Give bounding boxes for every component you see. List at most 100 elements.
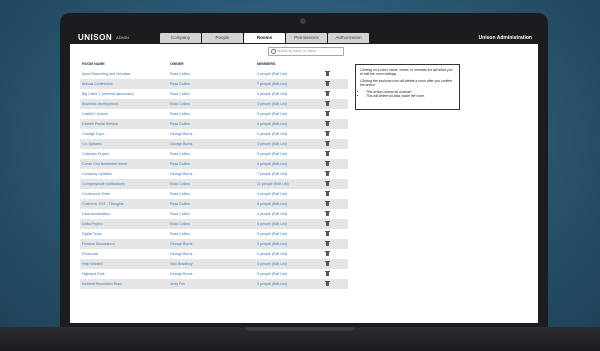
owner-link[interactable]: Ross Collins <box>170 92 190 96</box>
trash-icon[interactable] <box>325 271 330 276</box>
trash-icon[interactable] <box>325 261 330 266</box>
owner-link[interactable]: Ross Collins <box>170 82 190 86</box>
trash-icon[interactable] <box>325 221 330 226</box>
owner-link[interactable]: George Burns <box>170 172 192 176</box>
room-name-link[interactable]: Castelli Postal Service <box>82 122 118 126</box>
trash-icon[interactable] <box>325 181 330 186</box>
room-name-link[interactable]: Company Updates <box>82 172 112 176</box>
room-name-link[interactable]: Customer XYZ - Thoughts <box>82 202 124 206</box>
members-edit-link[interactable]: 3 people (Edit List) <box>257 72 287 76</box>
room-name-link[interactable]: Co. Updates <box>82 142 102 146</box>
members-edit-link[interactable]: 3 people (Edit List) <box>257 102 287 106</box>
tab-permissions[interactable]: Permissions <box>286 33 327 43</box>
tab-rooms[interactable]: Rooms <box>244 33 285 43</box>
room-name-link[interactable]: Chicago Expo <box>82 132 104 136</box>
owner-link[interactable]: Ross Collins <box>170 182 190 186</box>
room-name-link[interactable]: Annual Conference <box>82 82 113 86</box>
room-name-link[interactable]: Big Client X (internal discussion) <box>82 92 134 96</box>
search-input[interactable]: search by name or owner <box>268 47 344 56</box>
table-row: Co. Updates George Burns 3 people (Edit Li… <box>80 139 348 149</box>
owner-link[interactable]: Ross Collins <box>170 192 190 196</box>
room-name-link[interactable]: Financials <box>82 252 98 256</box>
owner-link[interactable]: Ross Collins <box>170 122 190 126</box>
members-edit-link[interactable]: 8 people (Edit List) <box>257 202 287 206</box>
trash-icon[interactable] <box>325 171 330 176</box>
table-row: Annual Conference Ross Collins 7 people (E… <box>80 79 348 89</box>
room-name-link[interactable]: Highland Park <box>82 272 105 276</box>
tab-people[interactable]: People <box>202 33 243 43</box>
room-name-link[interactable]: Castelli / Unison <box>82 112 108 116</box>
room-name-link[interactable]: Conference Team <box>82 192 110 196</box>
trash-icon[interactable] <box>325 201 330 206</box>
trash-icon[interactable] <box>325 121 330 126</box>
owner-link[interactable]: Ross Collins <box>170 202 190 206</box>
trash-icon[interactable] <box>325 241 330 246</box>
members-edit-link[interactable]: 3 people (Edit List) <box>257 242 287 246</box>
owner-link[interactable]: Ross Collins <box>170 162 190 166</box>
trash-icon[interactable] <box>325 161 330 166</box>
tab-company[interactable]: Company <box>160 33 201 43</box>
owner-link[interactable]: Ross Collins <box>170 102 190 106</box>
trash-icon[interactable] <box>325 91 330 96</box>
trash-icon[interactable] <box>325 141 330 146</box>
trash-icon[interactable] <box>325 111 330 116</box>
members-edit-link[interactable]: 4 people (Edit List) <box>257 122 287 126</box>
members-edit-link[interactable]: 5 people (Edit List) <box>257 112 287 116</box>
members-edit-link[interactable]: 7 people (Edit List) <box>257 172 287 176</box>
trash-icon[interactable] <box>325 211 330 216</box>
trash-icon[interactable] <box>325 281 330 286</box>
room-name-link[interactable]: Finance Discussions <box>82 242 115 246</box>
owner-link[interactable]: George Burns <box>170 142 192 146</box>
owner-link[interactable]: Ross Collins <box>170 112 190 116</box>
members-edit-link[interactable]: 3 people (Edit List) <box>257 282 287 286</box>
room-name-link[interactable]: Delta Project <box>82 222 103 226</box>
members-edit-link[interactable]: 5 people (Edit List) <box>257 152 287 156</box>
room-name-link[interactable]: Help Wanted <box>82 262 103 266</box>
room-name-link[interactable]: Comic Con November event <box>82 162 127 166</box>
room-name-link[interactable]: Business development <box>82 102 118 106</box>
trash-icon[interactable] <box>325 231 330 236</box>
owner-link[interactable]: Ross Collins <box>170 152 190 156</box>
table-row: Acme Marketing and Velocitas Ross Collins… <box>80 69 348 79</box>
owner-link[interactable]: George Burns <box>170 242 192 246</box>
owner-link[interactable]: Jerry Fox <box>170 282 185 286</box>
room-name-link[interactable]: Digital Team <box>82 232 102 236</box>
owner-link[interactable]: Ross Collins <box>170 72 190 76</box>
members-edit-link[interactable]: 6 people (Edit List) <box>257 92 287 96</box>
members-edit-link[interactable]: 5 people (Edit List) <box>257 262 287 266</box>
members-edit-link[interactable]: 6 people (Edit List) <box>257 222 287 226</box>
room-name-link[interactable]: Companywide notifications <box>82 182 125 186</box>
table-row: Help Wanted Nick Bradbury 5 people (Edit L… <box>80 259 348 269</box>
members-edit-link[interactable]: 5 people (Edit List) <box>257 232 287 236</box>
members-edit-link[interactable]: 4 people (Edit List) <box>257 162 287 166</box>
owner-link[interactable]: Ross Collins <box>170 212 190 216</box>
laptop-base <box>0 327 600 351</box>
room-name-link[interactable]: Incident Resolution Team <box>82 282 122 286</box>
room-name-link[interactable]: Acme Marketing and Velocitas <box>82 72 130 76</box>
trash-icon[interactable] <box>325 81 330 86</box>
owner-link[interactable]: George Burns <box>170 132 192 136</box>
members-edit-link[interactable]: 4 people (Edit List) <box>257 212 287 216</box>
room-name-link[interactable]: Data visualization <box>82 212 110 216</box>
help-warnings: This action cannot be undone! This will … <box>360 90 455 99</box>
trash-icon[interactable] <box>325 71 330 76</box>
trash-icon[interactable] <box>325 101 330 106</box>
owner-link[interactable]: George Burns <box>170 252 192 256</box>
trash-icon[interactable] <box>325 251 330 256</box>
trash-icon[interactable] <box>325 191 330 196</box>
owner-link[interactable]: George Burns <box>170 272 192 276</box>
trash-icon[interactable] <box>325 131 330 136</box>
members-edit-link[interactable]: 2 people (Edit List) <box>257 132 287 136</box>
members-edit-link[interactable]: 7 people (Edit List) <box>257 82 287 86</box>
members-edit-link[interactable]: 5 people (Edit List) <box>257 272 287 276</box>
owner-link[interactable]: Ross Collins <box>170 222 190 226</box>
members-edit-link[interactable]: 2 people (Edit List) <box>257 252 287 256</box>
members-edit-link[interactable]: 11 people (Edit List) <box>257 182 289 186</box>
trash-icon[interactable] <box>325 151 330 156</box>
tab-authorization[interactable]: Authorization <box>328 33 369 43</box>
owner-link[interactable]: Nick Bradbury <box>170 262 193 266</box>
owner-link[interactable]: Ross Collins <box>170 232 190 236</box>
room-name-link[interactable]: Colorado Project <box>82 152 109 156</box>
members-edit-link[interactable]: 4 people (Edit List) <box>257 192 287 196</box>
members-edit-link[interactable]: 3 people (Edit List) <box>257 142 287 146</box>
